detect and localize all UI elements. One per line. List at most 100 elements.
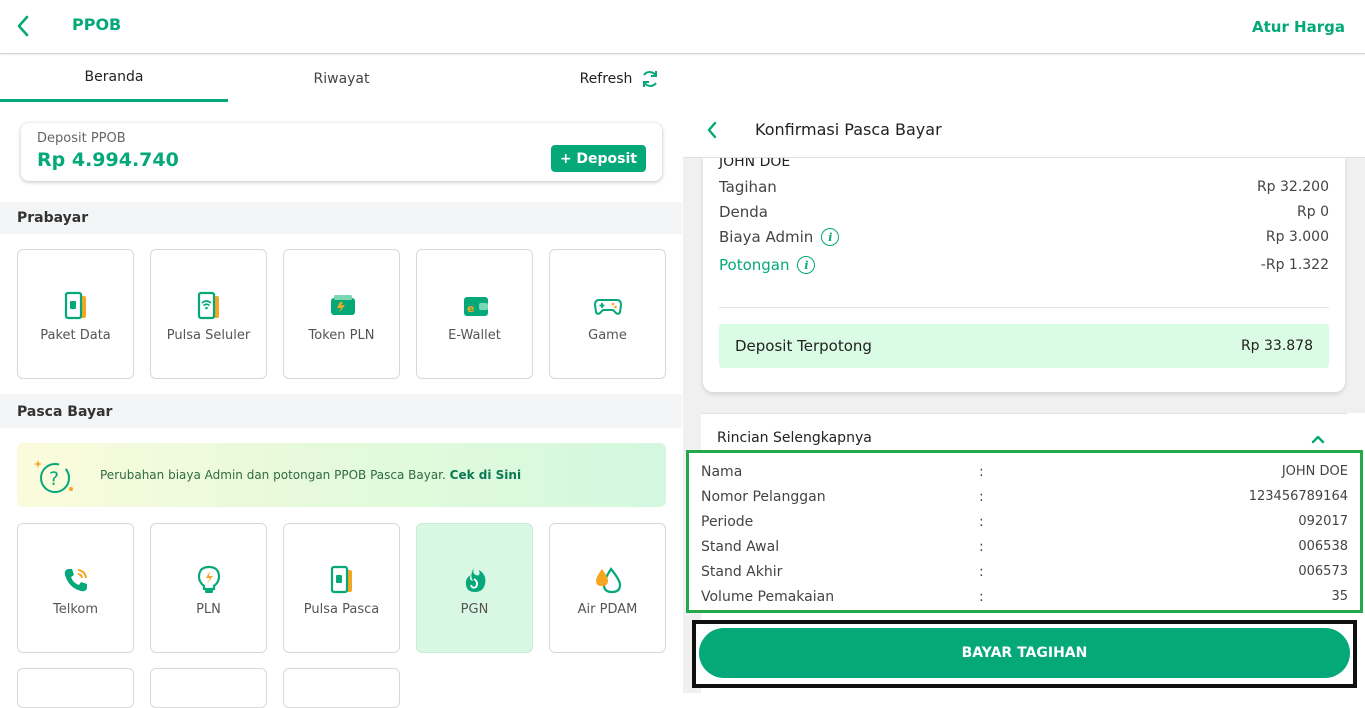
detail-row-volume: Volume Pemakaian: 35 <box>701 584 1348 609</box>
tile-pulsa-seluler[interactable]: Pulsa Seluler <box>150 249 267 379</box>
bulb-icon <box>193 564 225 596</box>
detail-title: Rincian Selengkapnya <box>717 430 872 446</box>
tile-label: Pulsa Pasca <box>303 602 380 617</box>
tile-label: Pulsa Seluler <box>166 328 251 343</box>
tab-beranda[interactable]: Beranda <box>0 55 228 102</box>
detail-colon: : <box>979 488 984 505</box>
detail-colon: : <box>979 588 984 605</box>
app-title: PPOB <box>72 15 122 34</box>
tile-label: PLN <box>196 602 221 617</box>
deposit-amount: Rp 4.994.740 <box>37 149 179 171</box>
deposit-cut-value: Rp 33.878 <box>1240 338 1313 354</box>
detail-row-nomor: Nomor Pelanggan: 123456789164 <box>701 484 1348 509</box>
tile-telkom[interactable]: Telkom <box>17 523 134 653</box>
tile-token-pln[interactable]: Token PLN <box>283 249 400 379</box>
row-denda: Denda Rp 0 <box>719 201 1329 223</box>
detail-row-stand-awal: Stand Awal: 006538 <box>701 534 1348 559</box>
detail-value: 35 <box>1331 589 1348 604</box>
phone-data-icon <box>60 290 92 322</box>
detail-colon: : <box>979 563 984 580</box>
tile-pgn[interactable]: PGN <box>416 523 533 653</box>
flame-icon <box>459 564 491 596</box>
detail-value: 006538 <box>1298 539 1348 554</box>
tile-label: Game <box>588 328 627 343</box>
row-label: Potongan <box>719 256 790 274</box>
row-tagihan: Tagihan Rp 32.200 <box>719 176 1329 198</box>
atur-harga-link[interactable]: Atur Harga <box>1252 18 1345 36</box>
detail-label: Stand Awal <box>701 538 780 555</box>
tab-riwayat-label: Riwayat <box>313 70 370 87</box>
tile-pulsa-pasca[interactable]: Pulsa Pasca <box>283 523 400 653</box>
row-label: Denda <box>719 203 768 221</box>
pay-button-frame: BAYAR TAGIHAN <box>692 620 1357 688</box>
detail-label: Nama <box>701 463 743 480</box>
promo-message: Perubahan biaya Admin dan potongan PPOB … <box>100 468 446 482</box>
detail-label: Stand Akhir <box>701 563 783 580</box>
chevron-up-icon <box>1311 435 1325 444</box>
phone-card-icon <box>326 564 358 596</box>
detail-value: 092017 <box>1298 514 1348 529</box>
row-value: Rp 3.000 <box>1265 229 1329 245</box>
detail-row-stand-akhir: Stand Akhir: 006573 <box>701 559 1348 584</box>
detail-row-periode: Periode: 092017 <box>701 509 1348 534</box>
tile-pln[interactable]: PLN <box>150 523 267 653</box>
svg-text:e: e <box>467 302 474 315</box>
collapse-toggle[interactable] <box>1311 429 1325 448</box>
promo-banner[interactable]: ? Perubahan biaya Admin dan potongan PPO… <box>17 443 666 507</box>
detail-value: 006573 <box>1298 564 1348 579</box>
detail-label: Periode <box>701 513 754 530</box>
detail-colon: : <box>979 538 984 555</box>
svg-text:?: ? <box>49 468 59 490</box>
detail-list: Nama: JOHN DOE Nomor Pelanggan: 1234567891… <box>686 450 1363 613</box>
pay-bill-button[interactable]: BAYAR TAGIHAN <box>699 628 1350 678</box>
tab-riwayat[interactable]: Riwayat <box>228 55 455 102</box>
pascabayar-title: Pasca Bayar <box>17 404 113 420</box>
tab-bar: Beranda Riwayat Refresh <box>0 55 682 102</box>
add-deposit-button[interactable]: + Deposit <box>550 145 646 172</box>
tile-e-wallet[interactable]: e E-Wallet <box>416 249 533 379</box>
telephone-icon <box>60 564 92 596</box>
tile-label: Token PLN <box>308 328 375 343</box>
row-value: -Rp 1.322 <box>1260 257 1329 273</box>
row-label: Biaya Admin <box>719 228 814 246</box>
detail-label: Volume Pemakaian <box>701 588 835 605</box>
promo-text: Perubahan biaya Admin dan potongan PPOB … <box>100 468 521 482</box>
confirm-back-button[interactable] <box>701 119 723 141</box>
tile-more-1[interactable] <box>17 668 134 708</box>
tile-more-2[interactable] <box>150 668 267 708</box>
row-biaya-admin: Biaya Admin i Rp 3.000 <box>719 226 1329 248</box>
info-icon[interactable]: i <box>821 228 840 246</box>
tile-label: Air PDAM <box>577 602 638 617</box>
refresh-icon <box>643 70 658 87</box>
token-card-icon <box>326 290 358 322</box>
deposit-card: Deposit PPOB Rp 4.994.740 + Deposit <box>21 123 662 181</box>
detail-value: 123456789164 <box>1248 489 1348 504</box>
detail-row-nama: Nama: JOHN DOE <box>701 459 1348 484</box>
tile-air-pdam[interactable]: Air PDAM <box>549 523 666 653</box>
tile-label: Paket Data <box>40 328 111 343</box>
question-icon: ? <box>32 456 73 496</box>
info-icon[interactable]: i <box>797 256 816 274</box>
prabayar-grid: Paket Data Pulsa Seluler Token PLN e E-W… <box>0 234 682 394</box>
tile-game[interactable]: Game <box>549 249 666 379</box>
tab-beranda-label: Beranda <box>84 69 144 85</box>
detail-colon: : <box>979 463 984 480</box>
phone-signal-icon <box>193 290 225 322</box>
detail-value: JOHN DOE <box>1281 464 1348 479</box>
detail-label: Nomor Pelanggan <box>701 488 826 505</box>
back-button[interactable] <box>12 13 34 39</box>
gamepad-icon <box>592 290 624 322</box>
refresh-button[interactable]: Refresh <box>560 55 680 102</box>
confirm-header: Konfirmasi Pasca Bayar <box>683 102 1365 158</box>
tile-paket-data[interactable]: Paket Data <box>17 249 134 379</box>
row-label: Tagihan <box>719 178 777 196</box>
detail-colon: : <box>979 513 984 530</box>
deposit-terpotong: Deposit Terpotong Rp 33.878 <box>719 324 1329 368</box>
deposit-label: Deposit PPOB <box>37 131 126 146</box>
tile-label: PGN <box>460 602 489 617</box>
summary-card: JOHN DOE Tagihan Rp 32.200 Denda Rp 0 Bi… <box>703 154 1345 392</box>
deposit-cut-label: Deposit Terpotong <box>735 337 872 355</box>
tile-more-3[interactable] <box>283 668 400 708</box>
promo-link[interactable]: Cek di Sini <box>450 468 521 482</box>
water-drop-icon <box>592 564 624 596</box>
